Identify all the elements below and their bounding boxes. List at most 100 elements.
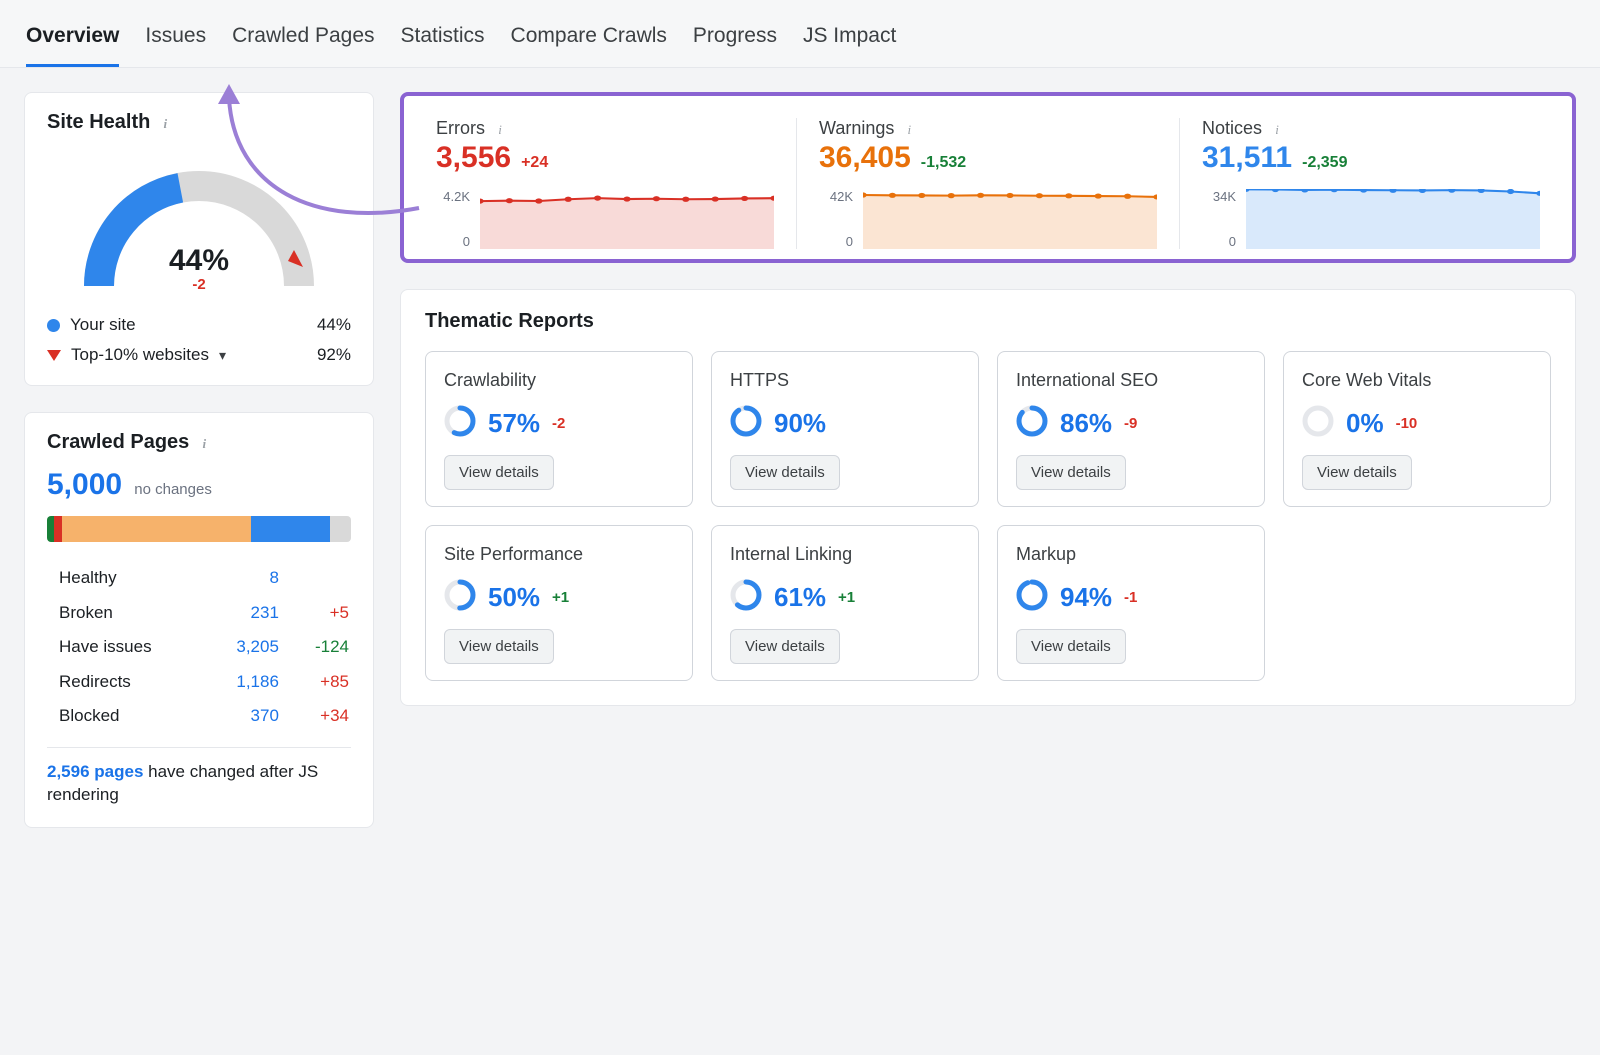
info-icon[interactable]: i [493,123,507,137]
triangle-icon [47,350,61,361]
thematic-crawlability: Crawlability57%-2View details [425,351,693,507]
tab-compare-crawls[interactable]: Compare Crawls [511,18,667,67]
row-delta: +34 [281,700,349,733]
tab-crawled-pages[interactable]: Crawled Pages [232,18,374,67]
view-details-button[interactable]: View details [1302,455,1412,490]
thematic-title: Thematic Reports [425,310,1551,333]
tab-overview[interactable]: Overview [26,18,119,67]
thematic-delta: +1 [838,589,855,606]
issue-value: 36,405 [819,141,911,175]
chevron-down-icon[interactable]: ▾ [219,347,226,364]
donut-icon [444,405,476,441]
legend-value: 44% [317,315,351,335]
js-note-count: 2,596 pages [47,762,143,781]
thematic-name: HTTPS [730,370,960,391]
thematic-pct: 0% [1346,408,1384,439]
issue-value: 31,511 [1202,141,1292,175]
issue-errors[interactable]: Errorsi3,556+244.2K0 [414,118,796,249]
axis-bot: 0 [1202,234,1236,249]
legend-label: Top-10% websites [71,345,209,365]
legend-top10[interactable]: Top-10% websites ▾ 92% [47,345,351,365]
js-rendering-note[interactable]: 2,596 pages have changed after JS render… [47,760,351,808]
thematic-https: HTTPS 90% View details [711,351,979,507]
thematic-markup: Markup 94% -1 View details [997,525,1265,681]
info-icon[interactable]: i [158,117,172,131]
thematic-pct: 57% [488,408,540,439]
thematic-delta: +1 [552,589,569,606]
site-health-card: Site Health i 44% -2 Your site [24,92,374,386]
axis-top: 4.2K [436,189,470,204]
bar-segment [62,516,250,542]
view-details-button[interactable]: View details [730,629,840,664]
issue-warnings[interactable]: Warningsi36,405-1,53242K0 [796,118,1179,249]
table-row[interactable]: Healthy8 [49,562,349,595]
view-details-button[interactable]: View details [444,629,554,664]
view-details-button[interactable]: View details [1016,455,1126,490]
thematic-pct: 94% [1060,582,1112,613]
donut-icon [1016,405,1048,441]
issue-title: Warnings [819,118,894,139]
bar-segment [47,516,54,542]
donut-icon [730,405,762,441]
thematic-delta: -9 [1124,415,1137,432]
row-value: 1,186 [214,666,279,699]
crawled-pages-bar [47,516,351,542]
row-delta: +5 [281,597,349,630]
tab-js-impact[interactable]: JS Impact [803,18,896,67]
thematic-site-performance: Site Performance50%+1View details [425,525,693,681]
thematic-pct: 90% [774,408,826,439]
thematic-pct: 61% [774,582,826,613]
thematic-delta: -10 [1396,415,1418,432]
main-tabs: Overview Issues Crawled Pages Statistics Com… [0,0,1600,68]
table-row[interactable]: Blocked370+34 [49,700,349,733]
crawled-pages-title: Crawled Pages [47,431,189,454]
crawled-pages-sub: no changes [134,481,212,498]
view-details-button[interactable]: View details [444,455,554,490]
row-value: 3,205 [214,631,279,664]
crawled-pages-card: Crawled Pages i 5,000 no changes Healthy… [24,412,374,828]
issue-delta: +24 [521,154,548,172]
legend-label: Your site [70,315,307,335]
crawled-pages-breakdown: Healthy8Broken231+5Have issues3,205-124R… [47,560,351,735]
view-details-button[interactable]: View details [1016,629,1126,664]
issues-summary: Errorsi3,556+244.2K0Warningsi36,405-1,53… [400,92,1576,263]
table-row[interactable]: Redirects1,186+85 [49,666,349,699]
dot-icon [47,319,60,332]
issue-delta: -2,359 [1302,154,1347,172]
thematic-international-seo: International SEO 86% -9 View details [997,351,1265,507]
bar-segment [54,516,63,542]
issue-title: Errors [436,118,485,139]
axis-top: 34K [1202,189,1236,204]
axis-top: 42K [819,189,853,204]
info-icon[interactable]: i [1270,123,1284,137]
thematic-name: International SEO [1016,370,1246,391]
site-health-title: Site Health [47,111,150,134]
row-value: 8 [214,562,279,595]
tab-issues[interactable]: Issues [145,18,206,67]
site-health-delta: -2 [192,276,205,293]
thematic-name: Markup [1016,544,1246,565]
row-value: 370 [214,700,279,733]
crawled-pages-total[interactable]: 5,000 [47,468,122,502]
row-delta: -124 [281,631,349,664]
thematic-name: Core Web Vitals [1302,370,1532,391]
view-details-button[interactable]: View details [730,455,840,490]
thematic-core-web-vitals: Core Web Vitals 0% -10 View details [1283,351,1551,507]
site-health-percent: 44% [169,244,229,278]
thematic-internal-linking: Internal Linking61%+1View details [711,525,979,681]
thematic-delta: -1 [1124,589,1137,606]
table-row[interactable]: Have issues3,205-124 [49,631,349,664]
thematic-delta: -2 [552,415,565,432]
thematic-pct: 50% [488,582,540,613]
tab-statistics[interactable]: Statistics [401,18,485,67]
table-row[interactable]: Broken231+5 [49,597,349,630]
issue-notices[interactable]: Notices i 31,511 -2,359 34K 0 [1179,118,1562,249]
tab-progress[interactable]: Progress [693,18,777,67]
info-icon[interactable]: i [197,437,211,451]
thematic-pct: 86% [1060,408,1112,439]
legend-your-site[interactable]: Your site 44% [47,315,351,335]
info-icon[interactable]: i [902,123,916,137]
bar-segment [251,516,330,542]
issue-title: Notices [1202,118,1262,139]
donut-icon [444,579,476,615]
